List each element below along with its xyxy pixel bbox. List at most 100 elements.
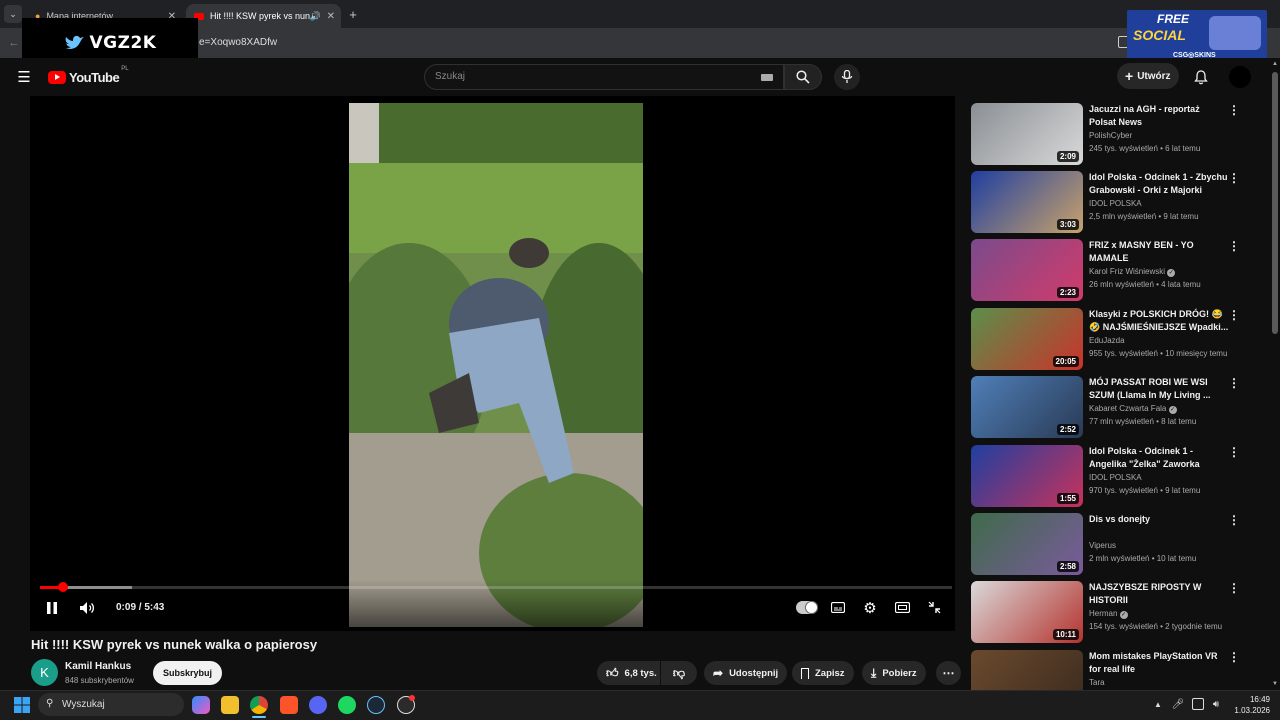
windows-start-icon[interactable] (14, 697, 30, 713)
download-button[interactable]: ⤓ Pobierz (862, 661, 926, 685)
recommendation-channel[interactable]: Viperus (1089, 541, 1116, 550)
ad-banner[interactable]: FREE SOCIAL CSG◎SKINS (1127, 10, 1267, 62)
more-options-icon[interactable]: ⋮ (1228, 581, 1240, 595)
channel-name[interactable]: Kamil Hankus (65, 661, 131, 672)
more-options-icon[interactable]: ⋮ (1228, 376, 1240, 390)
video-thumbnail[interactable]: 2:23 (971, 239, 1083, 301)
taskbar-search-input[interactable]: ⚲ Wyszukaj (38, 693, 184, 716)
discord-icon[interactable] (309, 696, 327, 714)
subscribe-button[interactable]: Subskrybuj (153, 661, 222, 685)
keyboard-icon[interactable] (761, 74, 773, 81)
scroll-up-arrow-icon[interactable]: ▲ (1271, 60, 1279, 68)
tray-speaker-icon[interactable]: 🔊︎ (1210, 698, 1222, 710)
channel-name: PolishCyber (1089, 131, 1133, 140)
theater-mode-icon[interactable] (894, 600, 910, 615)
scroll-down-arrow-icon[interactable]: ▼ (1271, 680, 1279, 688)
chrome-icon[interactable] (250, 696, 268, 714)
video-thumbnail[interactable]: 1:55 (971, 445, 1083, 507)
verified-check-icon: ✓ (1167, 269, 1176, 277)
close-tab-icon[interactable]: ✕ (327, 11, 335, 22)
recommendation-channel[interactable]: Karol Friz Wiśniewski ✓ (1089, 267, 1176, 277)
back-icon[interactable]: ← (6, 35, 22, 51)
scrollbar-thumb[interactable] (1272, 72, 1278, 334)
video-thumbnail[interactable]: 2:52 (971, 376, 1083, 438)
recommendation-channel[interactable]: Tara (1089, 678, 1105, 687)
recommendation-item[interactable]: 2:23 FRIZ x MASNY BEN - YO MAMALE Karol Fr… (971, 239, 1251, 303)
more-options-icon[interactable]: ⋮ (1228, 103, 1240, 117)
taskbar-clock[interactable]: 16:49 1.03.2026 (1228, 694, 1270, 716)
recommendation-item[interactable]: 20:05 Klasyki z POLSKICH DRÓG! 😂 🤣 NAJŚMI… (971, 308, 1251, 372)
more-options-icon[interactable]: ⋮ (1228, 171, 1240, 185)
tab-active-video[interactable]: Hit !!!! KSW pyrek vs nunek 🔊 ✕ (186, 4, 341, 28)
menu-icon[interactable]: ☰ (14, 68, 34, 86)
brave-icon[interactable] (280, 696, 298, 714)
youtube-logo[interactable]: YouTube PL (48, 66, 129, 86)
volume-button[interactable] (78, 599, 96, 617)
notifications-bell-icon[interactable] (1192, 68, 1210, 86)
search-input[interactable]: Szukaj (424, 64, 784, 90)
recommendation-channel[interactable]: Herman ✓ (1089, 609, 1128, 619)
tray-microphone-icon[interactable]: 🎤︎ (1172, 698, 1185, 710)
more-options-icon[interactable]: ⋮ (1228, 445, 1240, 459)
recommendation-channel[interactable]: Kabaret Czwarta Fala ✓ (1089, 404, 1177, 414)
recommendation-title[interactable]: Klasyki z POLSKICH DRÓG! 😂 🤣 NAJŚMIEŚNIE… (1089, 308, 1229, 334)
steam-icon[interactable] (367, 696, 385, 714)
more-options-icon[interactable]: ⋮ (1228, 513, 1240, 527)
recommendation-title[interactable]: NAJSZYBSZE RIPOSTY W HISTORII (1089, 581, 1229, 607)
settings-gear-icon[interactable]: ⚙ (862, 600, 878, 617)
autoplay-toggle[interactable] (796, 601, 818, 614)
copilot-icon[interactable] (192, 696, 210, 714)
recommendation-item[interactable]: 1:55 Idol Polska - Odcinek 1 - Angelika "… (971, 445, 1251, 509)
video-thumbnail[interactable]: 3:03 (971, 171, 1083, 233)
recommendation-title[interactable]: Dis vs donejty (1089, 513, 1229, 526)
recommendation-title[interactable]: FRIZ x MASNY BEN - YO MAMALE (1089, 239, 1229, 265)
video-thumbnail[interactable]: 2:09 (971, 103, 1083, 165)
url-text[interactable]: e=Xoqwo8XADfw (199, 37, 277, 48)
new-tab-button[interactable]: + (344, 6, 362, 22)
like-button[interactable]: 👍︎ 6,8 tys. (597, 661, 660, 685)
file-explorer-icon[interactable] (221, 696, 239, 714)
voice-search-button[interactable] (834, 64, 860, 90)
tray-monitor-icon[interactable] (1192, 698, 1204, 710)
tab-list-button[interactable]: ⌄ (4, 5, 22, 23)
save-button[interactable]: Zapisz (792, 661, 854, 685)
video-thumbnail[interactable]: 10:11 (971, 581, 1083, 643)
recommendation-channel[interactable]: IDOL POLSKA (1089, 199, 1142, 208)
recommendation-channel[interactable]: IDOL POLSKA (1089, 473, 1142, 482)
more-actions-button[interactable]: ⋯ (936, 661, 961, 685)
progress-scrubber-handle[interactable] (58, 582, 68, 592)
pause-button[interactable] (44, 600, 60, 616)
share-button[interactable]: ➦ Udostępnij (704, 661, 788, 685)
duration-badge: 10:11 (1052, 629, 1079, 640)
recommendation-item[interactable]: 2:09 Jacuzzi na AGH - reportaż Polsat New… (971, 103, 1251, 167)
video-thumbnail[interactable]: 2:58 (971, 513, 1083, 575)
channel-avatar[interactable]: K (31, 659, 58, 686)
recommendation-channel[interactable]: PolishCyber (1089, 131, 1132, 140)
more-options-icon[interactable]: ⋮ (1228, 650, 1240, 664)
create-button[interactable]: + Utwórz (1117, 63, 1179, 89)
spotify-icon[interactable] (338, 696, 356, 714)
subtitles-icon[interactable] (830, 600, 846, 615)
search-button[interactable] (784, 64, 822, 90)
recommendation-item[interactable]: 3:03 Idol Polska - Odcinek 1 - Zbychu Gra… (971, 171, 1251, 235)
channel-name: Karol Friz Wiśniewski (1089, 267, 1166, 276)
speaker-icon[interactable]: 🔊 (310, 11, 321, 22)
recommendation-title[interactable]: Jacuzzi na AGH - reportaż Polsat News (1089, 103, 1229, 129)
progress-bar[interactable] (40, 586, 952, 589)
recommendation-title[interactable]: Idol Polska - Odcinek 1 - Angelika "Żelk… (1089, 445, 1229, 471)
fullscreen-exit-icon[interactable] (926, 600, 942, 615)
recommendation-title[interactable]: Idol Polska - Odcinek 1 - Zbychu Grabows… (1089, 171, 1229, 197)
video-frame[interactable] (349, 103, 643, 627)
account-avatar[interactable] (1229, 66, 1251, 88)
recommendation-title[interactable]: MÓJ PASSAT ROBI WE WSI SZUM (Llama In My… (1089, 376, 1229, 402)
video-thumbnail[interactable]: 20:05 (971, 308, 1083, 370)
tray-chevron-up-icon[interactable]: ▲ (1152, 698, 1164, 710)
more-options-icon[interactable]: ⋮ (1228, 239, 1240, 253)
dislike-button[interactable]: 👎︎ (661, 661, 697, 685)
recommendation-item[interactable]: 2:52 MÓJ PASSAT ROBI WE WSI SZUM (Llama I… (971, 376, 1251, 440)
more-options-icon[interactable]: ⋮ (1228, 308, 1240, 322)
recommendation-channel[interactable]: EduJazda (1089, 336, 1125, 345)
recommendation-item[interactable]: 10:11 NAJSZYBSZE RIPOSTY W HISTORII Herman… (971, 581, 1251, 645)
recommendation-item[interactable]: 2:58 Dis vs donejty Viperus 2 mln wyświetle… (971, 513, 1251, 577)
recommendation-title[interactable]: Mom mistakes PlayStation VR for real lif… (1089, 650, 1229, 676)
